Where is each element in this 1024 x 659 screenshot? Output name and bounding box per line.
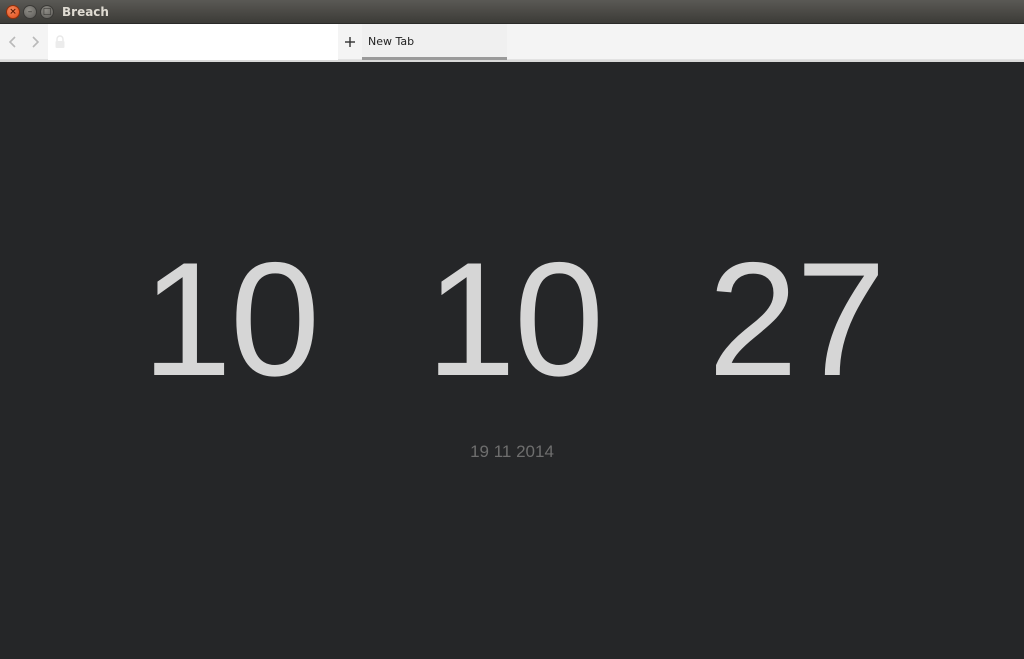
new-tab-page: 10 10 27 19 11 2014 — [1, 62, 1023, 658]
clock-hours: 10 — [141, 229, 320, 410]
plus-icon — [345, 37, 355, 47]
chevron-left-icon — [8, 36, 16, 48]
clock-date: 19 11 2014 — [470, 442, 554, 461]
browser-window: × – □ Breach New Tab 10 10 27 19 11 2014 — [0, 0, 1024, 659]
address-bar[interactable] — [48, 24, 338, 60]
clock: 10 10 27 — [1, 229, 1023, 410]
window-maximize-button[interactable]: □ — [40, 5, 54, 19]
lock-icon — [55, 35, 65, 48]
url-input[interactable] — [70, 32, 330, 52]
window-minimize-button[interactable]: – — [23, 5, 37, 19]
window-close-button[interactable]: × — [6, 5, 20, 19]
clock-minutes: 10 — [425, 229, 604, 410]
chevron-right-icon — [32, 36, 40, 48]
window-title: Breach — [62, 5, 109, 19]
tab-new-tab[interactable]: New Tab — [362, 24, 507, 60]
forward-button[interactable] — [24, 24, 46, 60]
window-titlebar[interactable]: × – □ Breach — [0, 0, 1024, 24]
back-button[interactable] — [2, 24, 24, 60]
new-tab-button[interactable] — [338, 24, 362, 60]
clock-seconds: 27 — [707, 229, 886, 410]
tab-label: New Tab — [368, 35, 415, 48]
browser-toolbar: New Tab — [0, 24, 1024, 60]
